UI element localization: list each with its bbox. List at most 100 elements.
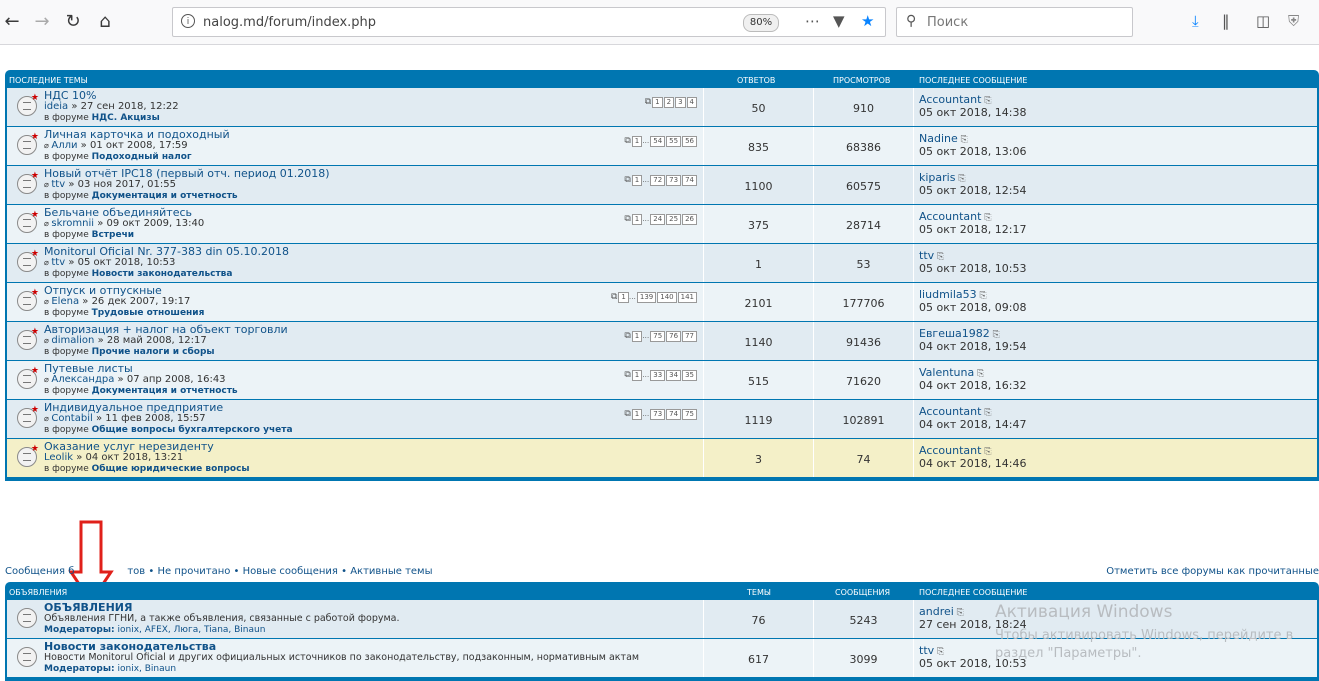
- reload-icon[interactable]: ↻: [61, 10, 85, 34]
- search-placeholder[interactable]: Поиск: [927, 15, 968, 30]
- topic-author-link[interactable]: ttv: [51, 179, 65, 190]
- view-latest-post-icon[interactable]: ⎘: [981, 213, 991, 223]
- mark-all-read-link[interactable]: Отметить все форумы как прочитанные: [1106, 566, 1319, 577]
- topic-author-link[interactable]: Leolik: [44, 452, 73, 463]
- last-post-author-link[interactable]: kiparis: [919, 171, 955, 184]
- topic-author-link[interactable]: Александра: [51, 374, 114, 385]
- page-link[interactable]: 73: [666, 175, 682, 186]
- topic-forum-link[interactable]: Прочие налоги и сборы: [92, 347, 215, 357]
- view-latest-post-icon[interactable]: ⎘: [934, 252, 944, 262]
- last-post-author-link[interactable]: Accountant: [919, 444, 981, 457]
- pocket-icon[interactable]: ▼: [833, 12, 845, 30]
- link-posts-partial-b[interactable]: тов: [127, 566, 145, 577]
- view-latest-post-icon[interactable]: ⎘: [977, 291, 987, 301]
- topic-author-link[interactable]: skromnii: [51, 218, 94, 229]
- page-link[interactable]: 3: [675, 97, 686, 108]
- last-post-author-link[interactable]: ttv: [919, 644, 934, 657]
- topic-forum-link[interactable]: Документация и отчетность: [92, 386, 238, 396]
- moderators-links[interactable]: ionix, AFEX, Люга, Tiana, Binaun: [117, 625, 265, 635]
- page-link[interactable]: 73: [650, 409, 666, 420]
- view-latest-post-icon[interactable]: ⎘: [981, 447, 991, 457]
- page-link[interactable]: 35: [682, 370, 697, 381]
- page-link[interactable]: 139: [636, 292, 657, 303]
- link-new-posts[interactable]: Новые сообщения: [243, 566, 338, 577]
- topic-forum-link[interactable]: Новости законодательства: [92, 269, 233, 279]
- page-link[interactable]: 1: [631, 331, 643, 342]
- back-icon[interactable]: ←: [0, 10, 24, 34]
- shield-icon[interactable]: ⛨: [1288, 12, 1299, 30]
- address-bar[interactable]: i nalog.md/forum/index.php 80% ⋯ ▼ ★: [172, 7, 886, 37]
- more-actions-icon[interactable]: ⋯: [805, 12, 820, 30]
- page-link[interactable]: 72: [650, 175, 666, 186]
- view-latest-post-icon[interactable]: ⎘: [990, 330, 1000, 340]
- sidebar-icon[interactable]: ◫: [1256, 12, 1270, 30]
- info-icon[interactable]: i: [181, 14, 195, 28]
- page-link[interactable]: 75: [682, 409, 697, 420]
- url-text[interactable]: nalog.md/forum/index.php: [203, 15, 376, 30]
- last-post-author-link[interactable]: andrei: [919, 605, 954, 618]
- page-link[interactable]: 1: [631, 370, 643, 381]
- page-link[interactable]: 25: [666, 214, 682, 225]
- link-unread[interactable]: Не прочитано: [157, 566, 230, 577]
- page-link[interactable]: 140: [657, 292, 677, 303]
- page-link[interactable]: 33: [650, 370, 666, 381]
- last-post-author-link[interactable]: ttv: [919, 249, 934, 262]
- page-link[interactable]: 34: [666, 370, 682, 381]
- topic-author-link[interactable]: Elena: [51, 296, 79, 307]
- topic-author-link[interactable]: Contabil: [51, 413, 92, 424]
- page-link[interactable]: 56: [682, 136, 697, 147]
- search-bar[interactable]: ⚲ Поиск: [896, 7, 1133, 37]
- moderators-links[interactable]: ionix, Binaun: [117, 664, 176, 674]
- page-link[interactable]: 75: [650, 331, 666, 342]
- page-link[interactable]: 74: [682, 175, 697, 186]
- last-post-author-link[interactable]: liudmila53: [919, 288, 977, 301]
- download-icon[interactable]: ⤓: [1192, 12, 1199, 30]
- page-link[interactable]: 77: [682, 331, 697, 342]
- topic-forum-link[interactable]: Общие вопросы бухгалтерского учета: [92, 425, 293, 435]
- topic-author-link[interactable]: ideia: [44, 101, 68, 112]
- bookmark-star-icon[interactable]: ★: [861, 12, 874, 30]
- topic-forum-link[interactable]: Встречи: [92, 230, 134, 240]
- topic-author-link[interactable]: dimalion: [51, 335, 94, 346]
- home-icon[interactable]: ⌂: [93, 10, 117, 34]
- page-link[interactable]: 1: [631, 214, 643, 225]
- view-latest-post-icon[interactable]: ⎘: [934, 647, 944, 657]
- page-link[interactable]: 76: [666, 331, 682, 342]
- view-latest-post-icon[interactable]: ⎘: [981, 408, 991, 418]
- page-link[interactable]: 4: [686, 97, 697, 108]
- page-link[interactable]: 74: [666, 409, 682, 420]
- page-link[interactable]: 141: [677, 292, 697, 303]
- view-latest-post-icon[interactable]: ⎘: [981, 96, 991, 106]
- page-link[interactable]: 55: [666, 136, 682, 147]
- page-link[interactable]: 1: [631, 175, 643, 186]
- page-link[interactable]: 2: [663, 97, 675, 108]
- topic-forum-link[interactable]: Подоходный налог: [92, 152, 192, 162]
- last-post-author-link[interactable]: Евгеша1982: [919, 327, 990, 340]
- page-link[interactable]: 1: [631, 409, 643, 420]
- page-link[interactable]: 1: [652, 97, 663, 108]
- topic-forum-link[interactable]: НДС. Акцизы: [92, 113, 160, 123]
- forward-icon[interactable]: →: [30, 10, 54, 34]
- zoom-level[interactable]: 80%: [743, 14, 779, 32]
- view-latest-post-icon[interactable]: ⎘: [955, 174, 965, 184]
- page-link[interactable]: 26: [682, 214, 697, 225]
- page-link[interactable]: 1: [631, 136, 643, 147]
- topic-author-link[interactable]: Алли: [51, 140, 77, 151]
- topic-author-link[interactable]: ttv: [51, 257, 65, 268]
- page-link[interactable]: 1: [618, 292, 629, 303]
- last-post-author-link[interactable]: Accountant: [919, 210, 981, 223]
- last-post-author-link[interactable]: Accountant: [919, 93, 981, 106]
- topic-forum-link[interactable]: Общие юридические вопросы: [92, 464, 250, 474]
- link-active-topics[interactable]: Активные темы: [350, 566, 432, 577]
- library-icon[interactable]: ‖: [1222, 12, 1230, 30]
- page-link[interactable]: 24: [650, 214, 666, 225]
- view-latest-post-icon[interactable]: ⎘: [974, 369, 984, 379]
- last-post-author-link[interactable]: Valentuna: [919, 366, 974, 379]
- view-latest-post-icon[interactable]: ⎘: [954, 608, 964, 618]
- view-latest-post-icon[interactable]: ⎘: [958, 135, 968, 145]
- page-link[interactable]: 54: [650, 136, 666, 147]
- link-posts-partial-a[interactable]: Сообщения б: [5, 566, 74, 577]
- last-post-author-link[interactable]: Nadine: [919, 132, 958, 145]
- topic-forum-link[interactable]: Трудовые отношения: [92, 308, 205, 318]
- last-post-author-link[interactable]: Accountant: [919, 405, 981, 418]
